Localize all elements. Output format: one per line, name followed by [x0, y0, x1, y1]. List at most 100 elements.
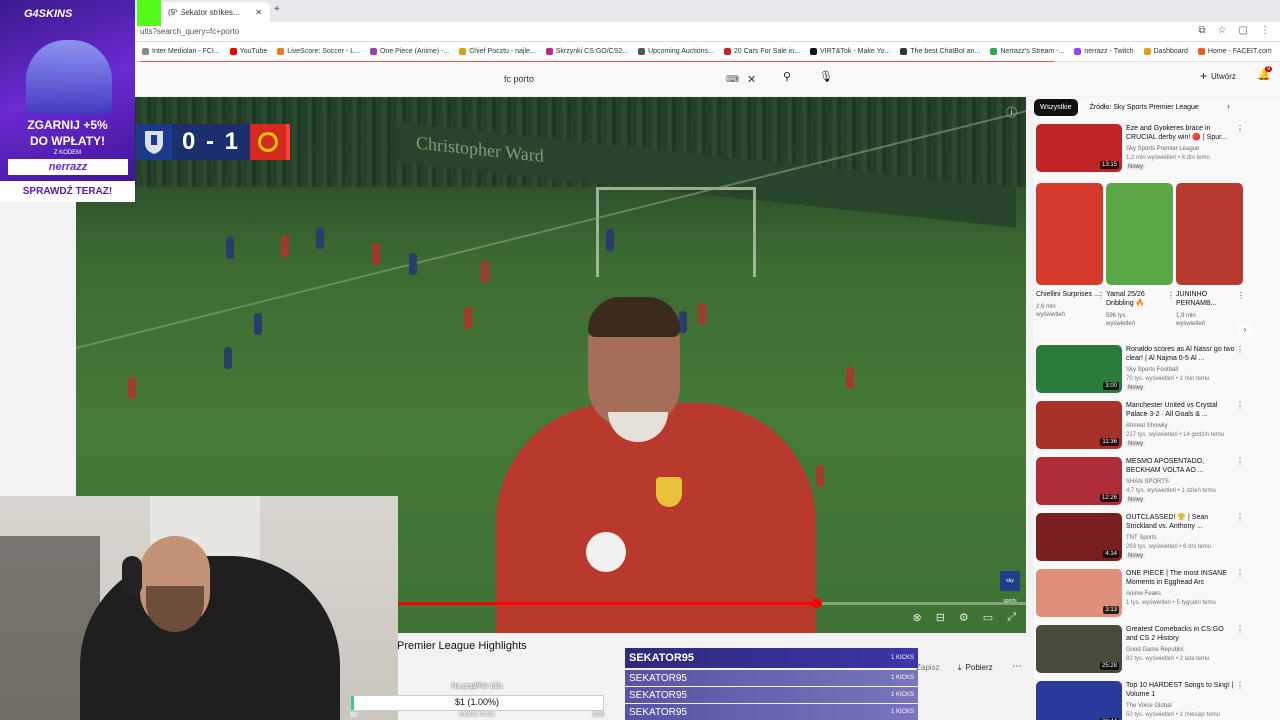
short-item[interactable]: JUNINHO PERNAMB... 1,9 mln wyświetleń ⋮ — [1176, 183, 1245, 328]
rec-title[interactable]: OUTCLASSED! 😤 | Sean Strickland vs. Anth… — [1126, 513, 1236, 531]
bookmark-item[interactable]: Upcoming Auctions... — [638, 48, 714, 55]
more-vert-icon[interactable]: ⋮ — [1236, 401, 1244, 410]
list-item[interactable]: 4:14 OUTCLASSED! 😤 | Sean Strickland vs. … — [1036, 513, 1276, 565]
rec-channel[interactable]: Good Game Republic — [1126, 647, 1184, 653]
bookmark-item[interactable]: Home - FACEIT.com — [1197, 48, 1272, 55]
rec-title[interactable]: Manchester United vs Crystal Palace 3-2 … — [1126, 401, 1236, 419]
rec-title[interactable]: Ronaldo scores as Al Nassr go two clear!… — [1126, 345, 1236, 363]
rec-title[interactable]: Greatest Comebacks in CS:GO and CS 2 His… — [1126, 625, 1236, 643]
create-button[interactable]: + Utwórz — [1200, 69, 1236, 83]
notifications-button[interactable]: 🔔 9 — [1257, 66, 1273, 81]
video-thumbnail[interactable]: 25:28 — [1036, 625, 1122, 673]
more-vert-icon[interactable]: ⋮ — [1236, 345, 1244, 354]
duration: 3:00 — [1103, 382, 1119, 390]
more-vert-icon[interactable]: ⋮ — [1236, 625, 1244, 634]
bookmark-item[interactable]: Chief Pocztu - najle... — [459, 48, 536, 55]
rec-channel[interactable]: Sky Sports Football — [1126, 367, 1178, 373]
rec-channel[interactable]: SHAN SPORTS — [1126, 479, 1169, 485]
list-item[interactable]: 25:28 Greatest Comebacks in CS:GO and CS … — [1036, 625, 1276, 677]
install-icon[interactable]: ⧉ — [1198, 25, 1205, 36]
search-input[interactable] — [496, 74, 726, 84]
bookmark-item[interactable]: nerrazz - Twitch — [1074, 48, 1134, 55]
settings-gear-icon[interactable]: ⚙ — [959, 611, 969, 624]
progress-scrubber[interactable] — [812, 598, 822, 608]
info-icon[interactable]: ⓘ — [1006, 104, 1017, 120]
rec-channel[interactable]: Anime Feaks — [1126, 591, 1161, 597]
short-thumbnail[interactable] — [1176, 183, 1243, 285]
bookmark-item[interactable]: Inter Mediolan - FCI... — [142, 48, 220, 55]
short-item[interactable]: Chiellini Surprises ... 2,6 mln wyświetle… — [1036, 183, 1105, 319]
chip-source[interactable]: Źródło: Sky Sports Premier League — [1084, 99, 1205, 116]
clear-search-icon[interactable]: ✕ — [747, 73, 756, 86]
rec-channel[interactable]: TNT Sports — [1126, 535, 1157, 541]
more-vert-icon[interactable]: ⋮ — [1236, 681, 1244, 690]
bookmark-item[interactable]: 20 Cars For Sale in... — [723, 48, 800, 55]
save-button[interactable]: Zapisz — [916, 663, 940, 672]
short-thumbnail[interactable] — [1036, 183, 1103, 285]
sponsor-ad[interactable]: G4SKINS ZGARNIJ +5% DO WPŁATY! Z KODEM n… — [0, 0, 135, 202]
search-icon[interactable]: ⚲ — [783, 70, 791, 83]
chevron-right-icon[interactable]: › — [1227, 101, 1230, 111]
microphone-icon[interactable]: 🎙 — [819, 70, 833, 83]
new-tab-icon[interactable]: + — [274, 4, 280, 15]
list-item[interactable]: 11:36 Manchester United vs Crystal Palace… — [1036, 401, 1276, 453]
download-button[interactable]: ⤓ Pobierz — [958, 663, 993, 673]
rec-title[interactable]: MESMO APOSENTADO, BECKHAM VOLTA AO ... — [1126, 457, 1236, 475]
player — [464, 307, 472, 329]
bookmark-item[interactable]: Dashboard — [1143, 48, 1188, 55]
autoplay-toggle-icon[interactable]: ⊗ — [912, 611, 921, 624]
ad-cta-button[interactable]: SPRAWDŹ TERAZ! — [0, 181, 135, 202]
short-title[interactable]: JUNINHO PERNAMB... — [1176, 290, 1243, 308]
bookmark-item[interactable]: One Piece (Anime) -... — [369, 48, 449, 55]
search-bar[interactable]: ⌨ ✕ — [496, 67, 776, 91]
short-title[interactable]: Chiellini Surprises ... — [1036, 290, 1103, 299]
keyboard-icon[interactable]: ⌨ — [726, 74, 739, 85]
bookmark-item[interactable]: VIRT&Tok - Make Yo... — [810, 48, 890, 55]
subtitles-icon[interactable]: ⊟ — [936, 611, 945, 624]
rec-title[interactable]: ONE PIECE | The most INSANE Moments in E… — [1126, 569, 1236, 587]
bookmark-item[interactable]: LiveScore: Soccer - L... — [277, 48, 360, 55]
chip-all[interactable]: Wszystkie — [1034, 98, 1078, 116]
short-title[interactable]: Yamal 25/26 Dribbling 🔥 — [1106, 290, 1173, 308]
chevron-right-icon[interactable]: › — [1238, 323, 1252, 337]
video-thumbnail[interactable]: 20:44 — [1036, 681, 1122, 720]
extensions-icon[interactable]: ▢ — [1239, 25, 1248, 36]
short-item[interactable]: Yamal 25/26 Dribbling 🔥 596 tys. wyświetl… — [1106, 183, 1175, 328]
video-thumbnail[interactable]: 3:13 — [1036, 569, 1122, 617]
more-vert-icon[interactable]: ⋮ — [1236, 124, 1244, 133]
menu-dots-icon[interactable]: ⋮ — [1260, 25, 1270, 36]
more-vert-icon[interactable]: ⋮ — [1167, 291, 1175, 300]
bookmark-item[interactable]: Nerrazz's Stream -... — [990, 48, 1064, 55]
ad-logo: G4SKINS — [24, 8, 73, 20]
bookmark-item[interactable]: Skrzynki CS:GO/CS2... — [545, 48, 628, 55]
video-thumbnail[interactable]: 12:26 — [1036, 457, 1122, 505]
video-thumbnail[interactable]: 4:14 — [1036, 513, 1122, 561]
rec-title[interactable]: Top 10 HARDEST Songs to Sing! | Volume 1 — [1126, 681, 1236, 699]
list-item[interactable]: 20:44Top 10 HARDEST Songs to Sing! | Vol… — [1036, 681, 1276, 720]
theater-mode-icon[interactable]: ▭ — [983, 611, 993, 624]
more-vert-icon[interactable]: ⋮ — [1236, 513, 1244, 522]
bookmark-item[interactable]: YouTube — [229, 48, 267, 55]
bookmark-star-icon[interactable]: ☆ — [1218, 25, 1227, 36]
url-text[interactable]: ults?search_query=fc+porto — [140, 27, 239, 36]
more-vert-icon[interactable]: ⋮ — [1237, 291, 1245, 300]
bookmark-item[interactable]: The best ChatBot an... — [900, 48, 980, 55]
list-item[interactable]: 3:13 ONE PIECE | The most INSANE Moments … — [1036, 569, 1276, 621]
list-item[interactable]: 13:15 Eze and Gyokeres brace in CRUCIAL … — [1036, 124, 1276, 176]
more-vert-icon[interactable]: ⋮ — [1236, 457, 1244, 466]
list-item[interactable]: 3:00 Ronaldo scores as Al Nassr go two cl… — [1036, 345, 1276, 397]
more-vert-icon[interactable]: ⋮ — [1236, 569, 1244, 578]
video-thumbnail[interactable]: 3:00 — [1036, 345, 1122, 393]
more-actions-icon[interactable]: ⋯ — [1012, 661, 1022, 672]
fullscreen-icon[interactable]: ⤢ — [1007, 611, 1016, 624]
more-vert-icon[interactable]: ⋮ — [1097, 291, 1105, 300]
close-tab-icon[interactable]: ✕ — [255, 8, 262, 17]
video-thumbnail[interactable]: 11:36 — [1036, 401, 1122, 449]
rec-channel[interactable]: Ahmed Showky — [1126, 423, 1168, 429]
short-thumbnail[interactable] — [1106, 183, 1173, 285]
list-item[interactable]: 12:26 MESMO APOSENTADO, BECKHAM VOLTA AO … — [1036, 457, 1276, 509]
rec-channel[interactable]: The Voice Global — [1126, 703, 1172, 709]
video-thumbnail[interactable]: 13:15 — [1036, 124, 1122, 172]
rec-channel[interactable]: Sky Sports Premier League — [1126, 146, 1199, 152]
rec-title[interactable]: Eze and Gyokeres brace in CRUCIAL derby … — [1126, 124, 1236, 142]
